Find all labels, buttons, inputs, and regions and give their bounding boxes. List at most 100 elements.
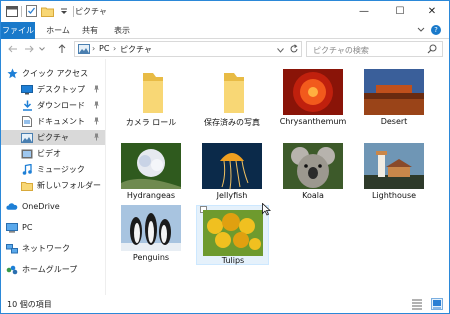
homegroup-icon <box>6 264 18 275</box>
breadcrumb-separator-icon: › <box>92 44 96 53</box>
sidebar-item-network[interactable]: ネットワーク <box>1 241 105 256</box>
sidebar-item-pc[interactable]: PC <box>1 220 105 235</box>
item-label: Penguins <box>132 253 170 262</box>
toolbar-divider <box>21 5 22 17</box>
lighthouse-thumbnail <box>364 143 424 189</box>
ribbon-controls: ? <box>417 25 441 35</box>
folder-icon <box>224 73 244 113</box>
sidebar-item-label: デスクトップ <box>37 85 85 94</box>
image-item[interactable]: Lighthouse <box>358 143 428 205</box>
download-icon <box>21 100 33 111</box>
item-label: Koala <box>302 191 324 200</box>
jellyfish-thumbnail <box>202 143 262 189</box>
image-item-selected[interactable]: Tulips <box>196 205 269 265</box>
close-button[interactable]: ✕ <box>415 1 449 21</box>
status-bar: 10 個の項目 <box>1 295 449 313</box>
image-item[interactable]: Chrysanthemum <box>277 69 347 131</box>
search-input[interactable]: ピクチャの検索 <box>313 45 369 56</box>
sidebar-item-label: ミュージック <box>37 165 85 174</box>
window-menu-icon[interactable] <box>5 5 18 17</box>
item-label: Hydrangeas <box>126 191 176 200</box>
title-bar: ピクチャ — ☐ ✕ <box>1 1 449 22</box>
item-label: Tulips <box>221 256 245 265</box>
pictures-location-icon <box>78 44 90 56</box>
image-item[interactable]: Desert <box>358 69 428 131</box>
image-item[interactable]: Hydrangeas <box>115 143 185 205</box>
folder-item[interactable]: 保存済みの写真 <box>196 69 266 131</box>
hydrangeas-thumbnail <box>121 143 181 189</box>
folder-icon <box>21 180 33 191</box>
sidebar-item-label: ホームグループ <box>22 265 78 274</box>
search-box[interactable]: ピクチャの検索 <box>306 41 443 57</box>
tab-view[interactable]: 表示 <box>111 22 133 39</box>
mouse-cursor-icon <box>262 202 272 218</box>
folder-item[interactable]: カメラ ロール <box>115 69 185 131</box>
sidebar-item-quick-access[interactable]: クイック アクセス <box>1 66 105 81</box>
sidebar-item-music[interactable]: ミュージック <box>1 162 105 177</box>
sidebar-item-pictures[interactable]: ピクチャ <box>1 130 105 145</box>
forward-button[interactable] <box>23 42 35 55</box>
image-item[interactable]: Koala <box>277 143 347 205</box>
sidebar-item-label: クイック アクセス <box>22 69 89 78</box>
sidebar-item-label: ピクチャ <box>37 133 69 142</box>
properties-icon[interactable] <box>25 5 38 17</box>
koala-thumbnail <box>283 143 343 189</box>
back-button[interactable] <box>7 42 19 55</box>
sidebar-item-videos[interactable]: ビデオ <box>1 146 105 161</box>
refresh-icon[interactable] <box>289 44 299 56</box>
sidebar-item-onedrive[interactable]: OneDrive <box>1 199 105 214</box>
image-item[interactable]: Jellyfish <box>196 143 266 205</box>
pc-icon <box>6 222 18 233</box>
sidebar-item-label: ダウンロード <box>37 101 85 110</box>
maximize-button[interactable]: ☐ <box>383 1 417 21</box>
pin-icon[interactable] <box>93 101 100 111</box>
minimize-button[interactable]: — <box>347 1 381 21</box>
address-dropdown-icon[interactable] <box>277 46 284 55</box>
help-icon[interactable]: ? <box>431 25 441 35</box>
item-label: Desert <box>380 117 408 126</box>
item-count: 10 個の項目 <box>7 300 52 309</box>
explorer-window: ピクチャ — ☐ ✕ ファイル ホーム 共有 表示 ? › PC › ピクチャ … <box>0 0 450 314</box>
up-button[interactable] <box>56 42 68 55</box>
pin-icon[interactable] <box>93 117 100 127</box>
penguins-thumbnail <box>121 205 181 251</box>
image-item[interactable]: Penguins <box>115 205 185 267</box>
breadcrumb-pictures[interactable]: ピクチャ <box>120 44 152 55</box>
search-icon[interactable] <box>427 44 437 56</box>
tab-share[interactable]: 共有 <box>79 22 101 39</box>
sidebar-item-label: OneDrive <box>22 202 60 211</box>
sidebar-item-label: ビデオ <box>37 149 61 158</box>
sidebar-item-label: PC <box>22 223 33 232</box>
large-icons-view-icon[interactable] <box>431 298 443 310</box>
pin-icon[interactable] <box>93 85 100 95</box>
expand-ribbon-icon[interactable] <box>417 26 425 35</box>
desert-thumbnail <box>364 69 424 115</box>
sidebar-item-documents[interactable]: ドキュメント <box>1 114 105 129</box>
recent-locations-button[interactable] <box>38 42 46 55</box>
music-icon <box>21 164 33 175</box>
address-bar[interactable]: › PC › ピクチャ <box>74 41 302 57</box>
sidebar-item-new-folder[interactable]: 新しいフォルダー <box>1 178 105 193</box>
sidebar-item-downloads[interactable]: ダウンロード <box>1 98 105 113</box>
navigation-pane: クイック アクセス デスクトップ ダウンロード ドキュメント ピクチャ ビデオ … <box>1 59 106 295</box>
ribbon-tabs: ファイル ホーム 共有 表示 ? <box>1 22 449 39</box>
sidebar-item-desktop[interactable]: デスクトップ <box>1 82 105 97</box>
chrysanthemum-thumbnail <box>283 69 343 115</box>
new-folder-icon[interactable] <box>41 5 54 17</box>
sidebar-item-label: ネットワーク <box>22 244 70 253</box>
breadcrumb-separator-icon: › <box>113 44 117 53</box>
tab-home[interactable]: ホーム <box>43 22 73 39</box>
sidebar-item-label: 新しいフォルダー <box>37 181 101 190</box>
pin-icon[interactable] <box>93 133 100 143</box>
window-title: ピクチャ <box>75 7 107 16</box>
tulips-thumbnail <box>203 210 263 256</box>
item-label: 保存済みの写真 <box>204 118 260 127</box>
breadcrumb-pc[interactable]: PC <box>99 44 109 53</box>
sidebar-item-homegroup[interactable]: ホームグループ <box>1 262 105 277</box>
pictures-icon <box>21 132 33 143</box>
details-view-icon[interactable] <box>411 298 423 310</box>
network-icon <box>6 243 18 254</box>
tab-file[interactable]: ファイル <box>1 22 35 39</box>
star-icon <box>6 68 18 79</box>
customize-dropdown-icon[interactable] <box>57 5 70 17</box>
